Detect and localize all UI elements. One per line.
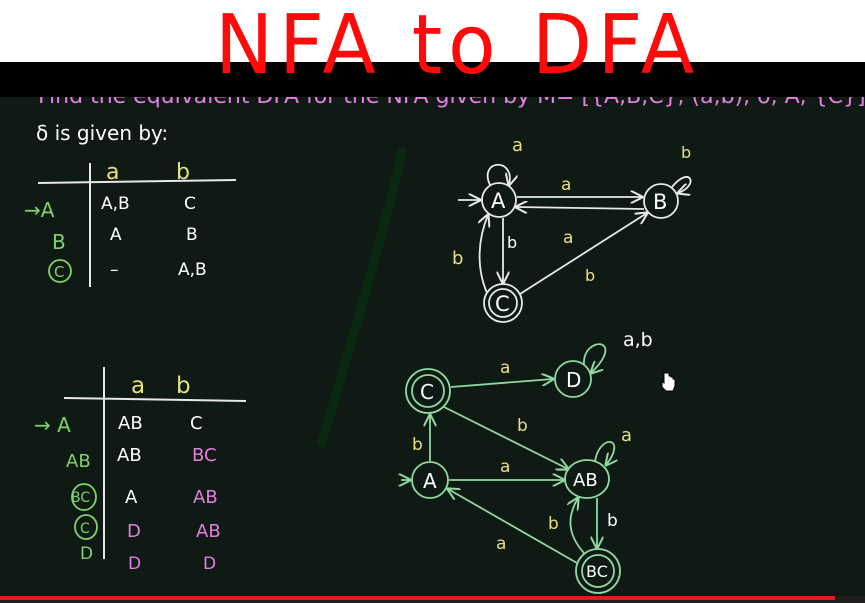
dfa-cell: D bbox=[203, 554, 216, 574]
nfa-state-label: A bbox=[491, 189, 506, 213]
dfa-edge-label: a bbox=[500, 358, 510, 378]
dfa-cell: D bbox=[127, 521, 141, 542]
dfa-state-label: A bbox=[423, 469, 437, 493]
dfa-edge-label: a bbox=[500, 457, 510, 477]
nfa-loop-a bbox=[486, 163, 510, 185]
dfa-col-b: b bbox=[176, 373, 191, 399]
dfa-row-state: C bbox=[80, 521, 90, 537]
chalkboard: Find the equivalent DFA for the NFA give… bbox=[0, 97, 865, 596]
divider-stroke bbox=[317, 147, 407, 447]
dfa-edge-label: b bbox=[517, 416, 528, 436]
nfa-cell: B bbox=[186, 225, 198, 245]
dfa-diagram-labels: C D A AB BC a a,b b b a a b b a bbox=[412, 329, 653, 581]
nfa-edge-label: b bbox=[507, 233, 517, 252]
nfa-edge bbox=[516, 207, 645, 209]
dfa-row-state: BC bbox=[71, 490, 90, 506]
dfa-cell: AB bbox=[118, 413, 143, 434]
nfa-cell: A,B bbox=[101, 194, 130, 214]
nfa-edge-label: a bbox=[561, 175, 571, 195]
nfa-edge-label: b bbox=[452, 248, 463, 269]
dfa-col-a: a bbox=[131, 373, 145, 399]
dfa-edge bbox=[450, 379, 553, 388]
nfa-edge-label: b bbox=[681, 143, 691, 162]
dfa-edge-label: a bbox=[621, 425, 632, 446]
nfa-edge-label: a bbox=[563, 228, 573, 248]
dfa-cell: AB bbox=[117, 445, 142, 466]
dfa-edge bbox=[570, 498, 585, 554]
dfa-row-state: D bbox=[80, 544, 93, 564]
nfa-cell: – bbox=[110, 260, 119, 280]
dfa-state-label: D bbox=[566, 368, 581, 392]
video-progress-fill bbox=[0, 596, 835, 600]
dfa-edge-label: b bbox=[412, 435, 423, 455]
nfa-cell: C bbox=[184, 194, 196, 214]
nfa-edge bbox=[480, 215, 488, 294]
dfa-edge-label: a bbox=[496, 534, 506, 554]
dfa-edge-label: a,b bbox=[623, 329, 653, 351]
nfa-table: a b →A A,B C B A B C – A,B bbox=[24, 160, 237, 287]
nfa-col-b: b bbox=[176, 160, 190, 185]
dfa-state-label: AB bbox=[573, 470, 598, 491]
nfa-edge-label: a bbox=[512, 135, 523, 156]
dfa-edge-label: b bbox=[607, 511, 618, 531]
nfa-col-a: a bbox=[106, 160, 119, 185]
dfa-cell: D bbox=[128, 554, 141, 574]
dfa-row-state: AB bbox=[66, 451, 91, 472]
nfa-cell: A,B bbox=[178, 260, 207, 280]
board-drawing: Find the equivalent DFA for the NFA give… bbox=[24, 97, 865, 594]
nfa-cell: A bbox=[110, 225, 122, 245]
nfa-row-state: →A bbox=[24, 198, 55, 222]
hand-cursor-icon bbox=[661, 372, 676, 392]
nfa-state-label: B bbox=[653, 190, 667, 214]
dfa-cell: BC bbox=[192, 445, 217, 466]
dfa-table: a b → A AB C AB AB BC BC A AB C D AB D D… bbox=[34, 367, 247, 574]
dfa-edge-label: b bbox=[548, 514, 559, 534]
dfa-cell: AB bbox=[196, 521, 221, 542]
problem-line: Find the equivalent DFA for the NFA give… bbox=[38, 97, 865, 109]
nfa-diagram-labels: A B C a b a a b b b bbox=[452, 135, 691, 316]
nfa-edge bbox=[519, 213, 647, 295]
page-title: NFA to DFA bbox=[215, 0, 700, 93]
delta-line: δ is given by: bbox=[36, 121, 168, 145]
dfa-state-label: C bbox=[420, 380, 434, 404]
nfa-edge-label: b bbox=[585, 266, 595, 285]
nfa-state-label: C bbox=[495, 292, 510, 316]
dfa-state-label: BC bbox=[586, 562, 608, 581]
dfa-cell: C bbox=[190, 413, 203, 434]
dfa-cell: A bbox=[125, 487, 138, 508]
nfa-row-state: B bbox=[52, 230, 66, 254]
video-progress-bar[interactable] bbox=[0, 596, 865, 603]
dfa-row-state: → A bbox=[34, 413, 71, 437]
dfa-cell: AB bbox=[193, 487, 218, 508]
nfa-row-state: C bbox=[54, 263, 64, 281]
